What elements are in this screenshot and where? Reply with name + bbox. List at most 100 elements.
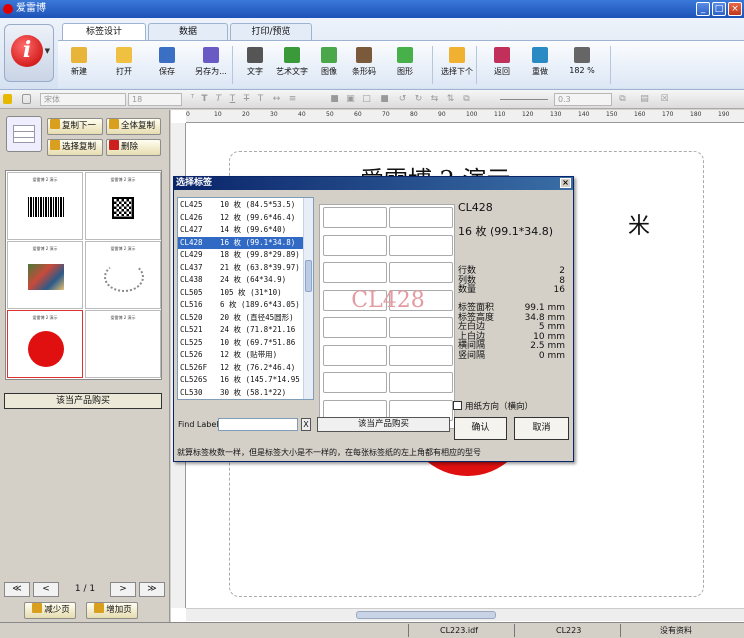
rotate-left-icon[interactable]: ↺ xyxy=(398,94,407,104)
label-thumbnail-selected[interactable]: 爱雷博 2 演示 xyxy=(7,310,83,378)
preview-label-cell xyxy=(389,262,453,283)
flip-v-icon[interactable]: ⇅ xyxy=(446,94,455,104)
font-grow-icon[interactable]: ᵀ xyxy=(188,94,197,104)
last-page-button[interactable]: ≫ xyxy=(139,582,165,597)
ruler-mark: 10 xyxy=(214,111,222,118)
align-icon[interactable]: ≡ xyxy=(288,94,297,104)
label-list-item[interactable]: CL521 24 枚 (71.8*21.16 xyxy=(178,324,304,336)
label-list-item[interactable]: CL520 20 枚 (直径45圆形) xyxy=(178,312,304,324)
border-icon[interactable]: □ xyxy=(362,94,371,104)
label-list-item[interactable]: CL428 16 枚 (99.1*34.8) xyxy=(178,236,304,249)
ribbon-button-1[interactable]: 打开 xyxy=(106,45,142,87)
flip-h-icon[interactable]: ⇆ xyxy=(430,94,439,104)
buy-product-button[interactable]: 该当产品购买 xyxy=(4,393,162,409)
minimize-icon[interactable]: _ xyxy=(696,2,710,16)
label-list-item[interactable]: CL505 105 枚 (31*10) xyxy=(178,287,304,299)
label-thumbnail[interactable]: 爱雷博 2 演示 xyxy=(85,241,161,309)
delete-button[interactable]: 删除 xyxy=(106,139,161,156)
dialog-buy-button[interactable]: 该当产品购买 xyxy=(317,417,450,432)
label-list-item[interactable]: CL429 18 枚 (99.8*29.89) xyxy=(178,249,304,261)
font-size-select[interactable]: 18 xyxy=(128,93,182,106)
ribbon-button-2[interactable]: 保存 xyxy=(152,45,182,87)
ruler-mark: 40 xyxy=(298,111,306,118)
close-panel-icon[interactable]: ☒ xyxy=(660,94,669,104)
label-list-item[interactable]: CL526F 12 枚 (76.2*46.4) xyxy=(178,362,304,374)
label-code: CL525 xyxy=(180,337,203,347)
dialog-close-icon[interactable]: × xyxy=(560,178,571,188)
add-page-button[interactable]: 增加页 xyxy=(86,602,138,619)
ribbon-button-9[interactable]: 选择下个 xyxy=(434,45,480,87)
scroll-thumb[interactable] xyxy=(305,260,312,292)
list-scrollbar[interactable] xyxy=(303,198,313,399)
ruler-mark: 130 xyxy=(550,111,562,118)
copy-selected-button[interactable]: 选择复制 xyxy=(47,139,103,156)
horizontal-scrollbar[interactable] xyxy=(186,608,744,621)
first-page-button[interactable]: ≪ xyxy=(4,582,30,597)
ribbon-button-7[interactable]: 条形码 xyxy=(346,45,382,87)
maximize-icon[interactable]: □ xyxy=(712,2,726,16)
left-panel: 复制下一 全体复制 选择复制 删除 爱雷博 2 演示 爱雷博 2 演示 爱雷博 … xyxy=(0,110,170,622)
strike-icon[interactable]: T xyxy=(242,94,251,104)
label-list-item[interactable]: CL425 10 枚 (84.5*53.5) xyxy=(178,199,304,211)
prev-page-button[interactable]: < xyxy=(33,582,59,597)
label-list-item[interactable]: CL427 14 枚 (99.6*40) xyxy=(178,224,304,236)
label-type-list[interactable]: CL425 10 枚 (84.5*53.5) CL426 12 枚 (99.6*46.… xyxy=(177,197,314,400)
spacing-icon[interactable]: ↔ xyxy=(272,94,281,104)
copy-all-button[interactable]: 全体复制 xyxy=(106,118,161,135)
copy-next-button[interactable]: 复制下一 xyxy=(47,118,103,135)
label-list-item[interactable]: CL526 12 枚 (贴带用) xyxy=(178,349,304,361)
label-list-item[interactable]: CL525 10 枚 (69.7*51.86 xyxy=(178,337,304,349)
line-style-select[interactable] xyxy=(500,99,548,100)
shape-fill-icon[interactable]: ▣ xyxy=(346,94,355,104)
label-list-item[interactable]: CL426 12 枚 (99.6*46.4) xyxy=(178,212,304,224)
close-icon[interactable]: × xyxy=(728,2,742,16)
label-list-item[interactable]: CL516 6 枚 (189.6*43.05) xyxy=(178,299,304,311)
scroll-thumb[interactable] xyxy=(356,611,496,619)
underline-icon[interactable]: T xyxy=(228,94,237,104)
label-list-item[interactable]: CL438 24 枚 (64*34.9) xyxy=(178,274,304,286)
paper-direction-checkbox[interactable] xyxy=(453,401,462,410)
ribbon-button-12[interactable]: 182 % xyxy=(562,45,602,87)
label-thumbnail[interactable]: 爱雷博 2 演示 xyxy=(7,172,83,240)
ribbon-button-8[interactable]: 图形 xyxy=(388,45,422,87)
label-list-item[interactable]: CL526S 16 枚 (145.7*14.95 xyxy=(178,374,304,386)
find-clear-button[interactable]: X xyxy=(301,418,311,431)
font-name-select[interactable]: 宋体 xyxy=(40,93,126,106)
label-thumbnail[interactable]: 爱雷博 2 演示 xyxy=(85,172,161,240)
tab-data[interactable]: 数据 xyxy=(148,23,228,40)
find-label-input[interactable] xyxy=(218,418,298,431)
ribbon-button-0[interactable]: 新建 xyxy=(64,45,94,87)
label-thumbnail[interactable]: 爱雷博 2 演示 xyxy=(7,241,83,309)
tab-label-design[interactable]: 标签设计 xyxy=(62,23,146,40)
label-thumbnail[interactable]: 爱雷博 2 演示 xyxy=(85,310,161,378)
bold-icon[interactable]: T xyxy=(200,94,209,104)
tab-print-preview[interactable]: 打印/预览 xyxy=(230,23,312,40)
ribbon-button-5[interactable]: 艺术文字 xyxy=(272,45,312,87)
italic-icon[interactable]: T xyxy=(214,94,223,104)
label-list-item[interactable]: CL530 30 枚 (58.1*22) xyxy=(178,387,304,399)
ribbon-button-6[interactable]: 图像 xyxy=(316,45,342,87)
app-menu-button[interactable]: i ▼ xyxy=(4,24,54,82)
ribbon-button-4[interactable]: 文字 xyxy=(242,45,268,87)
group-icon[interactable]: ⧉ xyxy=(462,94,471,104)
copy-format-icon[interactable]: ⧉ xyxy=(618,94,627,104)
rotate-right-icon[interactable]: ↻ xyxy=(414,94,423,104)
ok-button[interactable]: 确认 xyxy=(454,417,507,440)
line-width-select[interactable]: 0.3 xyxy=(554,93,612,106)
lock-icon[interactable] xyxy=(22,94,31,104)
label-side-text[interactable]: 米 xyxy=(628,208,650,240)
ribbon-button-3[interactable]: 另存为... xyxy=(188,45,234,87)
layout-thumbnail-icon[interactable] xyxy=(6,116,42,152)
label-code: CL505 xyxy=(180,287,203,297)
paste-icon[interactable]: ▤ xyxy=(640,94,649,104)
next-page-button[interactable]: > xyxy=(110,582,136,597)
reduce-page-button[interactable]: 减少页 xyxy=(24,602,76,619)
ribbon-button-11[interactable]: 重做 xyxy=(526,45,554,87)
cancel-button[interactable]: 取消 xyxy=(514,417,569,440)
ribbon-button-10[interactable]: 返回 xyxy=(488,45,516,87)
fill-square-icon[interactable]: ■ xyxy=(380,94,389,104)
label-list-item[interactable]: CL437 21 枚 (63.8*39.97) xyxy=(178,262,304,274)
outline-icon[interactable]: T xyxy=(256,94,265,104)
fill-icon[interactable]: ■ xyxy=(330,94,339,104)
toolbar-grip-icon xyxy=(3,94,12,104)
